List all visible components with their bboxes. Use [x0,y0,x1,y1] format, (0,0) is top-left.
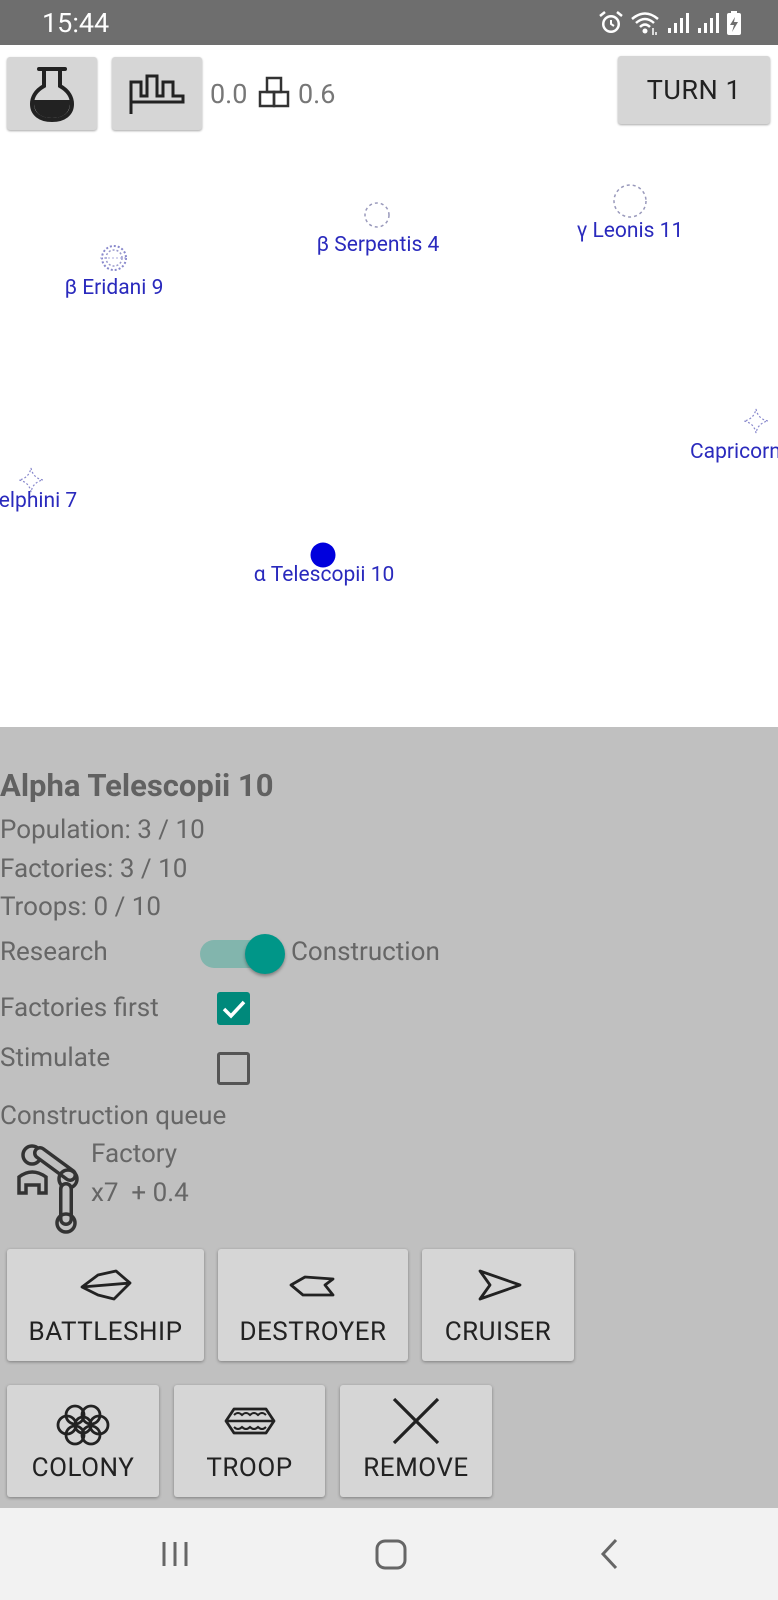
remove-label: REMOVE [363,1453,469,1483]
dashed-circle-icon [364,202,390,228]
status-bar: 15:44 [0,0,778,45]
cruiser-label: CRUISER [444,1317,552,1347]
production-button[interactable] [112,57,202,130]
star-label: elphini 7 [0,489,78,513]
troop-label: TROOP [206,1453,293,1483]
dashed-circle-icon [613,184,647,218]
construction-value: 0.6 [298,78,336,110]
queue-item-name: Factory [91,1139,178,1169]
star-label: γ Leonis 11 [576,219,684,243]
alarm-icon [599,11,623,33]
signal-icon [668,13,689,33]
navigation-bar [0,1508,778,1600]
star-label: β Serpentis 4 [316,233,440,257]
close-icon [392,1397,440,1445]
flask-icon [29,66,75,122]
factories-icon [129,74,185,114]
construction-label: Construction [291,937,440,967]
remove-button[interactable]: REMOVE [340,1385,492,1497]
destroyer-button[interactable]: DESTROYER [218,1249,408,1361]
colony-button[interactable]: COLONY [7,1385,159,1497]
back-icon[interactable] [596,1536,622,1572]
research-label: Research [0,937,108,967]
destroyer-icon [289,1275,335,1297]
signal-icon [698,13,719,33]
robot-arm-icon [17,1144,79,1234]
stimulate-label: Stimulate [0,1043,111,1073]
status-time: 15:44 [42,7,110,39]
factories-text: Factories: 3 / 10 [0,854,188,884]
troops-text: Troops: 0 / 10 [0,892,162,922]
dotted-circle-icon [100,245,128,271]
research-value: 0.0 [210,78,248,110]
cruiser-button[interactable]: CRUISER [422,1249,574,1361]
troop-button[interactable]: TROOP [174,1385,325,1497]
star-label: Capricorn [690,440,778,464]
research-button[interactable] [7,57,97,130]
battery-charging-icon [727,11,741,35]
battleship-label: BATTLESHIP [28,1317,183,1347]
diamond-star-icon [743,408,769,434]
status-icons [598,8,742,38]
colony-icon [56,1404,110,1446]
planet-title: Alpha Telescopii 10 [0,767,274,804]
battleship-button[interactable]: BATTLESHIP [7,1249,204,1361]
population-text: Population: 3 / 10 [0,815,205,845]
star-label: α Telescopii 10 [253,563,395,587]
factories-first-label: Factories first [0,993,159,1023]
star-map[interactable]: β Eridani 9 β Serpentis 4 γ Leonis 11 el… [0,130,778,727]
queue-item-detail: x7 + 0.4 [91,1178,189,1208]
check-icon [222,1000,246,1019]
home-icon[interactable] [374,1536,408,1572]
stimulate-checkbox[interactable] [217,1052,250,1085]
cruiser-icon [478,1269,522,1301]
blocks-icon [258,76,290,108]
colony-label: COLONY [31,1453,135,1483]
wifi-icon [631,12,659,35]
turn-button[interactable]: TURN 1 [618,56,770,124]
planet-panel: Alpha Telescopii 10 Population: 3 / 10 F… [0,727,778,1508]
recents-icon[interactable] [159,1536,191,1572]
star-label: β Eridani 9 [64,276,164,300]
switch-knob [245,934,285,974]
construction-queue-heading: Construction queue [0,1101,227,1131]
destroyer-label: DESTROYER [239,1317,387,1347]
troop-icon [224,1407,275,1435]
battleship-icon [80,1269,131,1301]
factories-first-checkbox[interactable] [217,992,250,1025]
